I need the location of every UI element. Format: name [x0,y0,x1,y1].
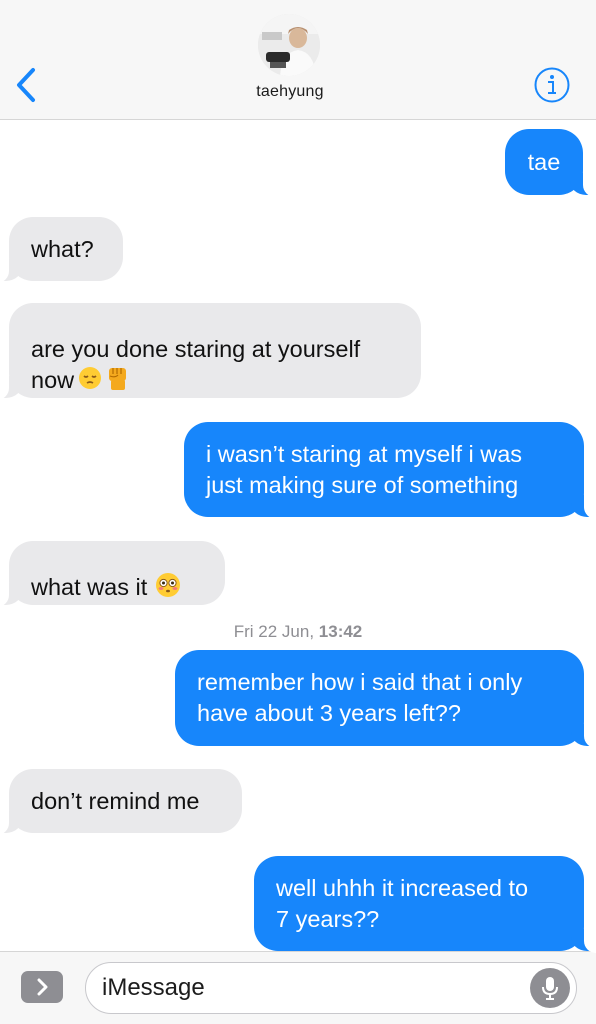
timestamp-day: Fri 22 Jun, [233,622,315,641]
messages-screen: taehyung tae what? are you done staring … [0,0,596,1024]
apps-button[interactable] [21,971,63,1003]
message-list[interactable]: tae what? are you done staring at yourse… [0,120,596,953]
message-text: what? [31,235,94,262]
message-text: tae [527,148,561,175]
info-button[interactable] [533,66,571,104]
pensive-face-icon [78,366,102,398]
timestamp-time: 13:42 [318,622,363,641]
contact-photo [258,14,320,76]
message-bubble-received[interactable]: what? [0,217,123,283]
raised-fist-icon [106,365,130,399]
message-text: well uhhh it increased to 7 years?? [276,874,529,932]
message-text: remember how i said that i only have abo… [197,669,523,726]
dictation-button[interactable] [530,968,570,1008]
message-text: what was it [31,541,181,606]
avatar[interactable] [258,14,320,76]
message-bubble-sent[interactable]: i wasn’t staring at myself i was just ma… [184,422,596,519]
microphone-icon [542,977,558,1000]
message-bubble-received[interactable]: what was it [0,541,225,607]
back-button[interactable] [6,62,46,108]
flushed-face-icon [155,572,181,606]
message-bubble-sent[interactable]: well uhhh it increased to 7 years?? [254,856,596,953]
message-text-part: what was it [31,573,148,600]
contact-name[interactable]: taehyung [190,83,390,101]
chevron-right-icon [37,978,48,996]
message-bubble-sent[interactable]: tae [505,129,596,197]
message-timestamp: Fri 22 Jun, 13:42 [0,622,596,642]
message-bubble-received[interactable]: are you done staring at yourself now [0,303,421,400]
message-input[interactable]: iMessage [85,962,577,1014]
message-text: don’t remind me [31,787,200,814]
message-text: i wasn’t staring at myself i was just ma… [206,440,523,498]
info-icon [534,67,570,103]
message-text: are you done staring at yourself now [31,303,360,399]
chevron-left-icon [17,68,35,102]
conversation-header: taehyung [0,0,596,120]
message-bubble-sent[interactable]: remember how i said that i only have abo… [175,650,596,748]
compose-bar: iMessage [0,951,596,1024]
message-bubble-received[interactable]: don’t remind me [0,769,242,835]
message-input-placeholder: iMessage [102,974,205,1001]
